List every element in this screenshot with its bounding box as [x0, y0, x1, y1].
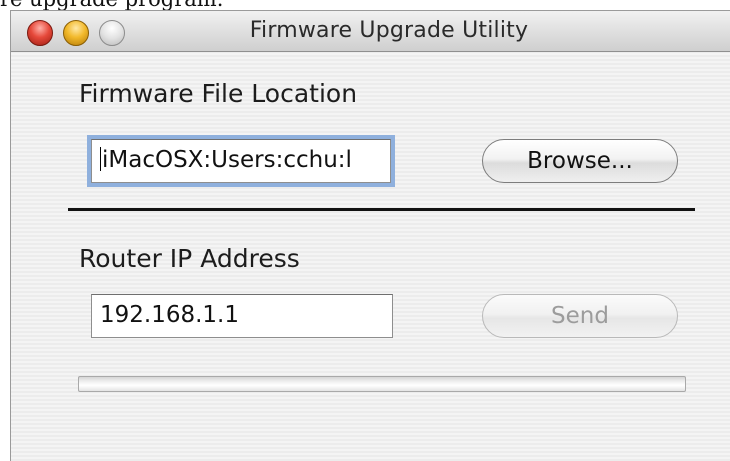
firmware-upgrade-window: Firmware Upgrade Utility Firmware File L… — [10, 10, 730, 461]
firmware-file-location-label: Firmware File Location — [79, 79, 358, 108]
router-ip-value: 192.168.1.1 — [100, 302, 239, 328]
title-bar[interactable]: Firmware Upgrade Utility — [11, 11, 730, 52]
router-ip-address-label: Router IP Address — [79, 244, 300, 273]
window-title: Firmware Upgrade Utility — [249, 18, 529, 43]
upload-progress-bar — [78, 376, 686, 392]
send-button[interactable]: Send — [482, 294, 678, 338]
text-caret — [100, 147, 101, 171]
browse-button[interactable]: Browse... — [482, 139, 678, 183]
firmware-file-path-field[interactable]: iMacOSX:Users:cchu:l — [87, 135, 395, 187]
section-divider — [68, 208, 695, 211]
screenshot-page: re upgrade program. Firmware Upgrade Uti… — [0, 0, 730, 461]
firmware-file-path-value: iMacOSX:Users:cchu:l — [102, 147, 352, 173]
router-ip-field[interactable]: 192.168.1.1 — [91, 294, 393, 338]
